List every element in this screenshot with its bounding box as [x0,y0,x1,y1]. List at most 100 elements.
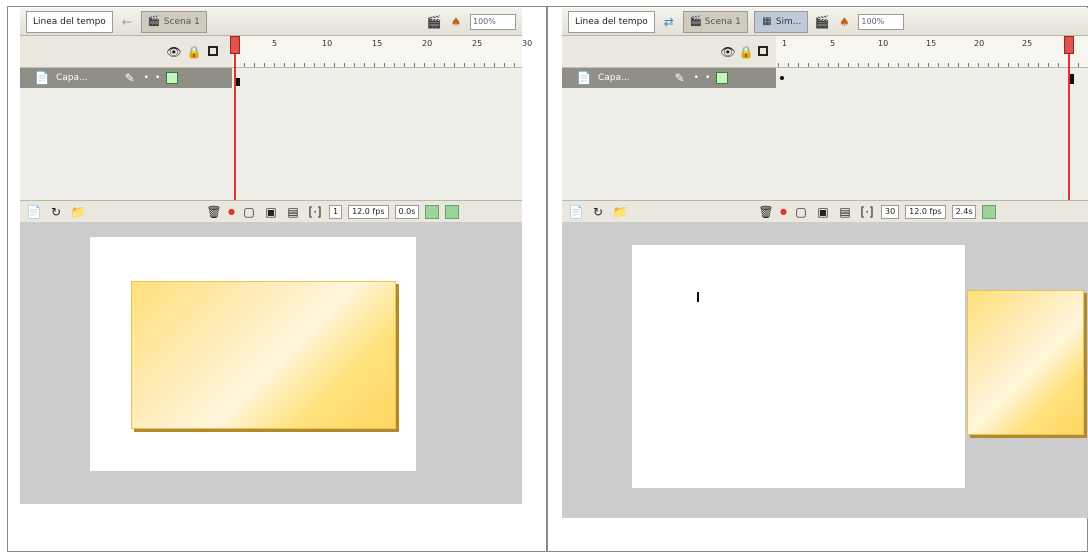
edit-scene-icon-right[interactable]: 🎬 [814,14,830,30]
ruler-tick [294,63,295,67]
scroll-left-button[interactable] [425,204,440,219]
onion-skin-icon[interactable]: ▢ [241,204,257,220]
scroll-right-button[interactable] [445,204,460,219]
ruler-label: 10 [322,39,333,48]
zoom-input[interactable]: 100% [470,13,516,30]
tab-timeline[interactable]: Linea del tempo [26,10,113,33]
scene-icon-right: 🎬 [689,16,703,27]
ruler-tick [968,63,969,67]
edit-multiple-icon-right[interactable]: ▤ [837,204,853,220]
edit-symbol-icon[interactable]: ♠ [448,14,464,30]
modify-markers-icon-right[interactable]: [·] [859,204,875,220]
back-arrow-icon[interactable]: ← [119,14,135,30]
ruler-tick [788,63,789,67]
dot-visible[interactable]: • [144,73,149,83]
outline-icon-right[interactable] [758,46,768,56]
add-guide-icon-right[interactable]: ↻ [590,204,606,220]
tab-scene[interactable]: 🎬 Scena 1 [140,10,207,33]
ruler-tick [474,63,475,67]
ruler-tick [394,63,395,67]
ruler-label: 20 [422,39,433,48]
frames-empty-area-right [776,88,1088,200]
frames-empty-area [232,88,522,200]
lock-icon-right[interactable]: 🔒 [738,44,754,60]
ruler-tick [858,63,859,67]
outline-icon[interactable] [208,46,218,56]
ruler-tick [364,63,365,67]
ruler-tick [444,63,445,67]
lock-icon[interactable]: 🔒 [186,44,202,60]
modify-markers-icon[interactable]: [·] [307,204,323,220]
playhead-handle[interactable] [230,36,240,54]
layer-row[interactable]: 📄 Capa... ✎ • • [20,68,232,88]
center-frame-icon[interactable]: ● [228,207,235,216]
ruler-tick [334,63,335,67]
scroll-left-button-right[interactable] [982,204,997,219]
ruler-tick [284,63,285,67]
edit-symbol-icon-right[interactable]: ♠ [836,14,852,30]
outline-color-icon-right[interactable] [716,72,729,84]
outline-color-icon[interactable] [166,72,179,84]
playhead-handle-right[interactable] [1064,36,1074,54]
edit-scene-icon[interactable]: 🎬 [426,14,442,30]
current-frame: 1 [328,204,343,219]
tab-scene-right[interactable]: 🎬 Scena 1 [682,10,748,33]
ruler-tick [1078,63,1079,67]
right-stage[interactable] [632,245,965,488]
left-rectangle-shape[interactable] [131,281,396,429]
pencil-icon[interactable]: ✎ [122,70,138,86]
right-timeline: 👁 🔒 1 5 10 15 20 25 📄 Capa... ✎ • • [562,36,1088,200]
ruler-tick [404,63,405,67]
current-frame-right: 30 [880,204,900,219]
registration-cursor [697,292,699,302]
ruler-tick [414,63,415,67]
ruler-tick [374,63,375,67]
ruler-tick [948,63,949,67]
tab-symbol-right[interactable]: ▦ Sim... [753,10,809,33]
new-layer-icon[interactable]: 📄 [26,204,42,220]
ruler-tick [778,63,779,67]
dot-lock[interactable]: • [155,73,160,83]
tab-timeline-right[interactable]: Linea del tempo [568,10,655,33]
zoom-input-right[interactable]: 100% [858,13,905,30]
new-folder-icon-right[interactable]: 📁 [612,204,628,220]
onion-outline-icon-right[interactable]: ▣ [815,204,831,220]
center-frame-icon-right[interactable]: ● [780,207,787,216]
right-rectangle-shape[interactable] [967,290,1084,435]
frame-ruler-right[interactable]: 1 5 10 15 20 25 [776,36,1088,68]
layer-name: Capa... [56,73,88,83]
ruler-label: 15 [926,39,937,48]
eye-icon-right[interactable]: 👁 [720,44,736,60]
layer-row-right[interactable]: 📄 Capa... ✎ • • [562,68,776,88]
dot-visible-right[interactable]: • [694,73,699,83]
new-folder-icon[interactable]: 📁 [70,204,86,220]
layers-empty-area [20,88,232,200]
delete-layer-icon-right[interactable]: 🗑 [758,204,774,220]
ruler-tick [898,63,899,67]
right-toolbar: Linea del tempo ⇄ 🎬 Scena 1 ▦ Sim... 🎬 ♠… [562,8,1088,36]
ruler-tick [344,63,345,67]
ruler-tick [918,63,919,67]
edit-multiple-icon[interactable]: ▤ [285,204,301,220]
layer-header-right: 👁 🔒 [562,36,776,68]
frame-rate: 12.0 fps [348,204,389,219]
ruler-tick [938,63,939,67]
back-arrow-icon-right[interactable]: ⇄ [661,14,677,30]
delete-layer-icon[interactable]: 🗑 [206,204,222,220]
ruler-tick [324,63,325,67]
ruler-tick [998,63,999,67]
eye-icon[interactable]: 👁 [166,44,182,60]
new-layer-icon-right[interactable]: 📄 [568,204,584,220]
onion-outline-icon[interactable]: ▣ [263,204,279,220]
ruler-label: 10 [878,39,889,48]
pencil-icon-right[interactable]: ✎ [672,70,688,86]
add-guide-icon[interactable]: ↻ [48,204,64,220]
start-keyframe[interactable] [780,76,784,80]
frame-ruler[interactable]: 5 10 15 20 25 30 [232,36,532,68]
ruler-tick [1048,63,1049,67]
ruler-tick [828,63,829,67]
layers-empty-area-right [562,88,776,200]
dot-lock-right[interactable]: • [705,73,710,83]
onion-skin-icon-right[interactable]: ▢ [793,204,809,220]
ruler-tick [1038,63,1039,67]
